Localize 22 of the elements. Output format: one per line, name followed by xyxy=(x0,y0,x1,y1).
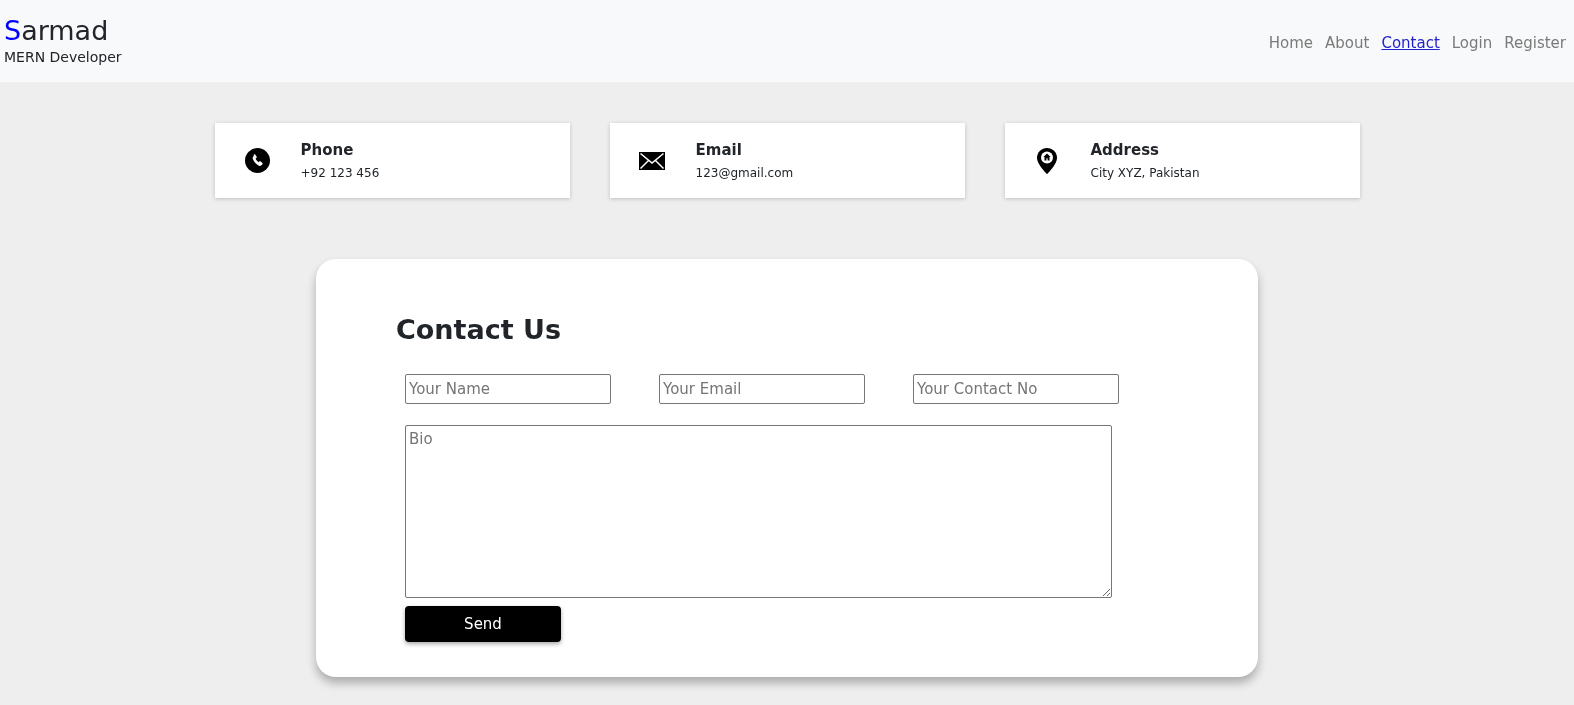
info-value: +92 123 456 xyxy=(300,164,380,182)
send-button[interactable]: Send xyxy=(405,606,561,642)
phone-icon xyxy=(244,148,270,173)
info-title: Phone xyxy=(300,139,355,160)
brand-name[interactable]: Sarmad xyxy=(4,15,122,47)
info-value: 123@gmail.com xyxy=(695,164,794,182)
form-heading: Contact Us xyxy=(396,313,563,347)
map-pin-icon xyxy=(1037,147,1057,174)
nav-link[interactable]: Register xyxy=(1504,31,1566,55)
bio-textarea[interactable]: Bio xyxy=(405,425,1112,598)
nav-link[interactable]: Contact xyxy=(1381,31,1440,55)
input-field[interactable]: Your Email xyxy=(659,374,865,404)
info-value: City XYZ, Pakistan xyxy=(1090,164,1200,182)
info-title: Address xyxy=(1090,139,1160,160)
nav-link[interactable]: About xyxy=(1325,31,1370,55)
nav-link[interactable]: Login xyxy=(1451,31,1493,55)
input-field[interactable]: Your Contact No xyxy=(913,374,1119,404)
brand-tagline: MERN Developer xyxy=(4,48,122,67)
input-field[interactable]: Your Name xyxy=(405,374,611,404)
envelope-icon xyxy=(639,151,665,170)
nav-link[interactable]: Home xyxy=(1268,31,1314,55)
info-title: Email xyxy=(695,139,743,160)
